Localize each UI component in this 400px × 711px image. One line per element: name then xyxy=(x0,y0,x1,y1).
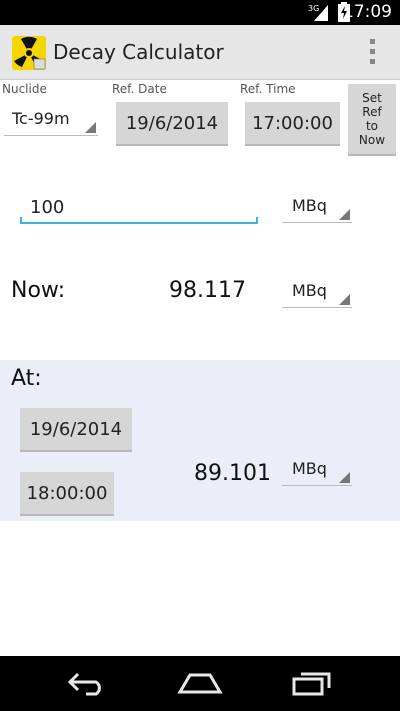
at-unit-spinner[interactable]: MBq xyxy=(282,455,352,486)
activity-unit-value: MBq xyxy=(292,196,327,215)
recent-apps-icon[interactable] xyxy=(291,670,333,696)
action-bar: Decay Calculator xyxy=(0,25,400,80)
activity-value: 100 xyxy=(30,197,65,218)
set-ref-line-3: to xyxy=(365,119,379,133)
signal-icon: 3G xyxy=(308,4,328,21)
nuclide-value: Tc-99m xyxy=(12,109,70,128)
ref-date-label: Ref. Date xyxy=(112,82,167,96)
now-unit-value: MBq xyxy=(292,281,327,300)
spinner-arrow-icon xyxy=(339,472,350,483)
set-ref-line-2: Ref xyxy=(362,105,382,119)
navigation-bar xyxy=(0,656,400,711)
at-time-button[interactable]: 18:00:00 xyxy=(20,472,114,516)
nuclide-label: Nuclide xyxy=(2,82,47,96)
at-label: At: xyxy=(11,366,42,391)
now-label: Now: xyxy=(11,278,66,303)
back-icon[interactable] xyxy=(66,670,108,696)
status-time: 17:09 xyxy=(343,2,392,22)
spinner-arrow-icon xyxy=(339,209,350,220)
at-date-button[interactable]: 19/6/2014 xyxy=(20,408,132,452)
spinner-arrow-icon xyxy=(85,122,96,133)
now-unit-spinner[interactable]: MBq xyxy=(282,277,352,308)
spinner-arrow-icon xyxy=(339,294,350,305)
status-bar: 3G 17:09 xyxy=(0,0,400,25)
ref-date-button[interactable]: 19/6/2014 xyxy=(116,102,228,146)
at-value: 89.101 xyxy=(194,461,271,486)
nuclide-spinner[interactable]: Tc-99m xyxy=(4,104,98,136)
ref-time-label: Ref. Time xyxy=(240,82,296,96)
overflow-menu-icon[interactable] xyxy=(368,39,376,67)
at-section: At: 19/6/2014 18:00:00 89.101 MBq xyxy=(0,360,400,521)
ref-time-button[interactable]: 17:00:00 xyxy=(245,102,340,146)
activity-input[interactable]: 100 xyxy=(20,191,258,224)
radiation-icon xyxy=(12,36,46,70)
home-icon[interactable] xyxy=(177,670,223,696)
network-type: 3G xyxy=(308,4,319,13)
set-ref-line-1: Set xyxy=(362,91,382,105)
at-unit-value: MBq xyxy=(292,459,327,478)
app-title: Decay Calculator xyxy=(53,40,224,64)
activity-unit-spinner[interactable]: MBq xyxy=(282,192,352,223)
now-value: 98.117 xyxy=(169,278,246,303)
set-ref-line-4: Now xyxy=(358,133,386,147)
set-ref-to-now-button[interactable]: Set Ref to Now xyxy=(348,84,396,156)
